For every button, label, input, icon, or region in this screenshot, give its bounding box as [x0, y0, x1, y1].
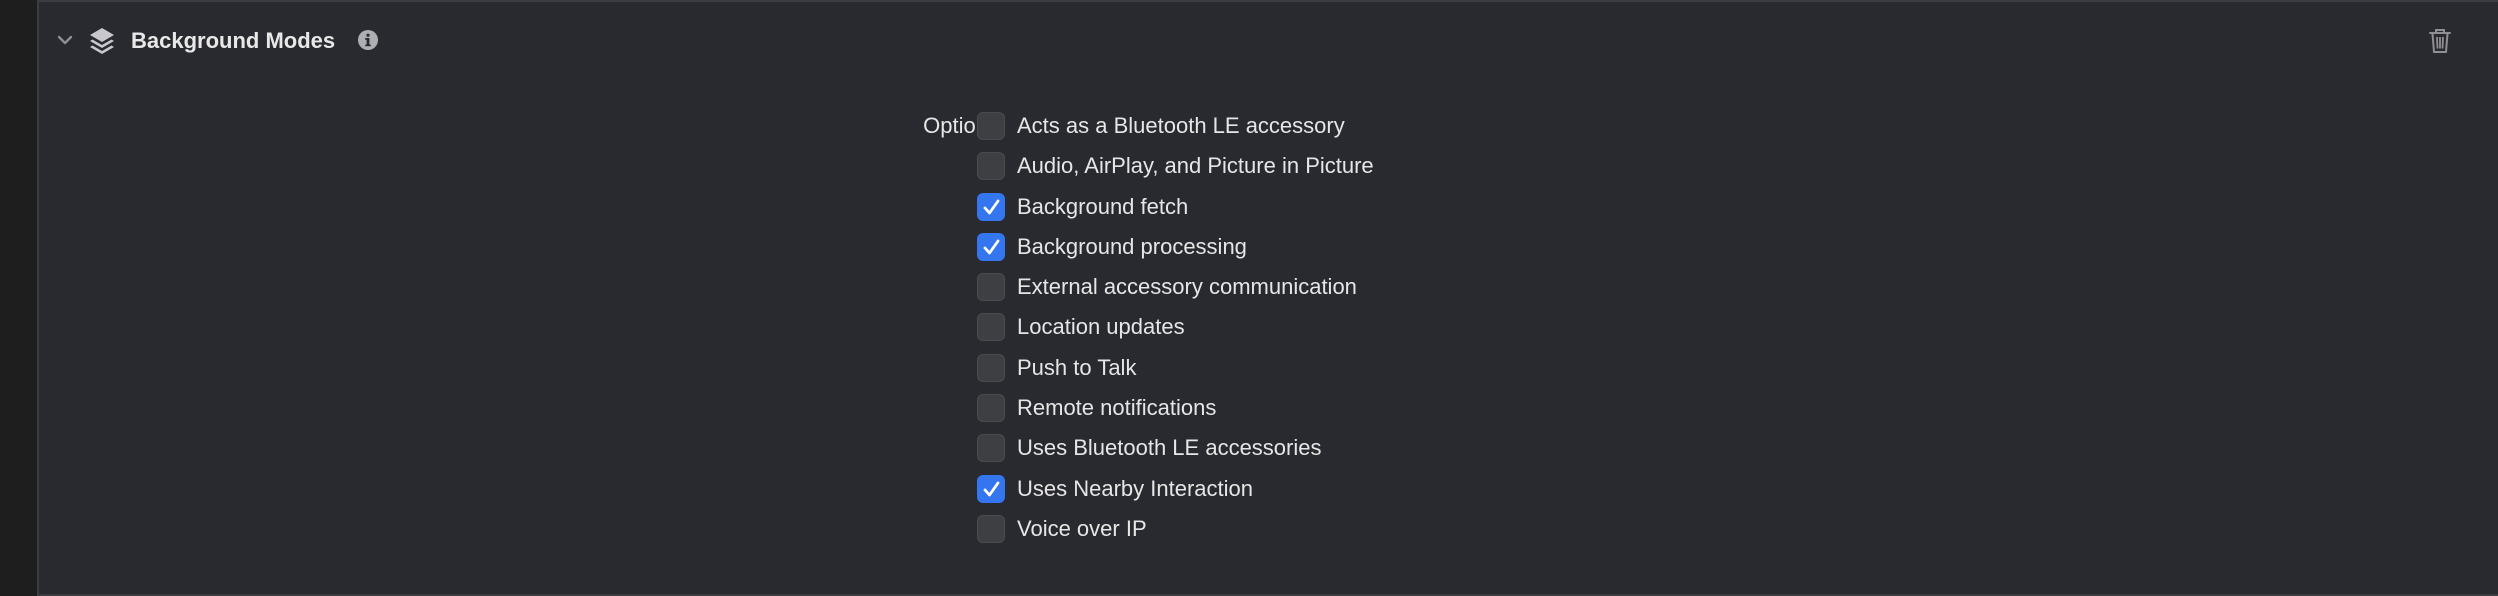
option-label: Location updates — [1017, 314, 1185, 340]
checkbox-unchecked[interactable] — [977, 434, 1005, 463]
option-label: Audio, AirPlay, and Picture in Picture — [1017, 153, 1374, 179]
option-row[interactable]: Remote notifications — [977, 392, 1577, 432]
option-row[interactable]: Uses Nearby Interaction — [977, 473, 1577, 513]
checkbox-unchecked[interactable] — [977, 353, 1005, 382]
option-label: Push to Talk — [1017, 354, 1137, 380]
checkmark-icon — [983, 239, 1000, 255]
layers-icon — [85, 24, 119, 58]
checkbox-unchecked[interactable] — [977, 273, 1005, 302]
option-label: External accessory communication — [1017, 274, 1357, 300]
checkbox-unchecked[interactable] — [977, 394, 1005, 423]
option-row[interactable]: Background fetch — [977, 191, 1577, 231]
option-label: Uses Nearby Interaction — [1017, 475, 1253, 501]
option-row[interactable]: Background processing — [977, 231, 1577, 271]
checkbox-unchecked[interactable] — [977, 514, 1005, 543]
option-label: Acts as a Bluetooth LE accessory — [1017, 113, 1345, 138]
info-icon[interactable] — [357, 29, 379, 51]
checkmark-icon — [983, 481, 1000, 497]
checkbox-unchecked[interactable] — [977, 152, 1005, 181]
option-row[interactable]: Acts as a Bluetooth LE accessory — [977, 110, 1577, 150]
chevron-down-icon[interactable] — [51, 26, 79, 54]
option-row[interactable]: Voice over IP — [977, 513, 1577, 553]
option-row[interactable]: Audio, AirPlay, and Picture in Picture — [977, 150, 1577, 190]
option-row[interactable]: Uses Bluetooth LE accessories — [977, 432, 1577, 472]
option-label: Remote notifications — [1017, 395, 1217, 421]
option-row[interactable]: Location updates — [977, 311, 1577, 351]
checkbox-checked[interactable] — [977, 192, 1005, 221]
option-label: Voice over IP — [1017, 515, 1147, 541]
checkmark-icon — [983, 199, 1000, 214]
checkbox-unchecked[interactable] — [977, 112, 1005, 140]
options-checkbox-list: Acts as a Bluetooth LE accessory Audio, A… — [977, 110, 1577, 553]
option-row[interactable]: Push to Talk — [977, 352, 1577, 392]
checkbox-unchecked[interactable] — [977, 313, 1005, 342]
trash-icon[interactable] — [2425, 26, 2455, 56]
option-label: Background fetch — [1017, 193, 1189, 219]
capability-header: Background Modes — [39, 2, 2498, 82]
option-row[interactable]: External accessory communication — [977, 271, 1577, 311]
section-title: Background Modes — [131, 28, 336, 53]
option-label: Uses Bluetooth LE accessories — [1017, 435, 1322, 461]
capability-panel: Background Modes Options Acts as a Bluet… — [37, 0, 2498, 594]
option-label: Background processing — [1017, 233, 1247, 259]
checkbox-checked[interactable] — [977, 232, 1005, 261]
checkbox-checked[interactable] — [977, 474, 1005, 503]
